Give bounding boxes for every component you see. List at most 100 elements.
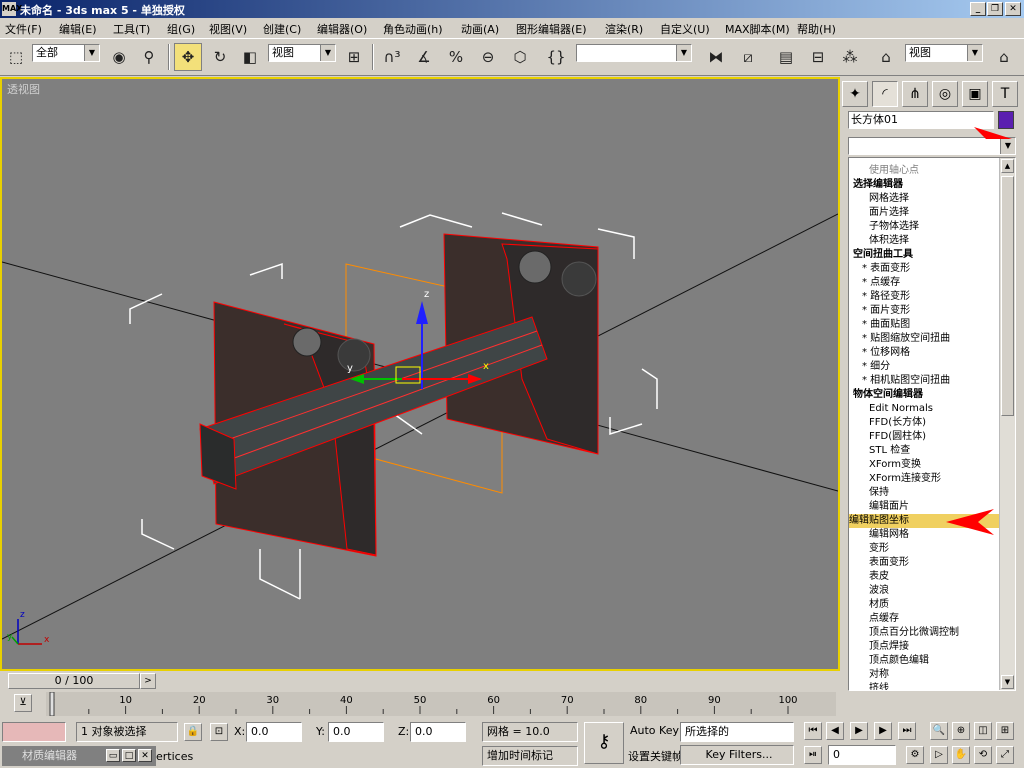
zoom-all-icon[interactable]: ⊕ (952, 722, 970, 740)
menu-customize[interactable]: 自定义(U) (660, 21, 710, 37)
modifier-item[interactable]: 网格选择 (849, 192, 999, 206)
material-editor-icon[interactable]: ⁂ (836, 43, 864, 71)
modifier-item[interactable]: Edit Normals (849, 402, 999, 416)
prev-frame-icon[interactable]: ◀ (826, 722, 844, 740)
menu-file[interactable]: 文件(F) (5, 21, 42, 37)
maximize-viewport-icon[interactable]: ⤢ (996, 746, 1014, 764)
modifier-item[interactable]: STL 检查 (849, 444, 999, 458)
set-key-button[interactable]: 设置关键帧 (628, 748, 683, 764)
modifier-item[interactable]: * 表面变形 (849, 262, 999, 276)
modifier-item[interactable]: 挤线 (849, 682, 999, 690)
modifier-item[interactable]: 子物体选择 (849, 220, 999, 234)
x-coord-field[interactable]: 0.0 (246, 722, 302, 742)
zoom-extents-all-icon[interactable]: ⊞ (996, 722, 1014, 740)
selection-filter-dropdown[interactable]: 全部 ▼ (32, 44, 100, 62)
create-tab-icon[interactable]: ✦ (842, 81, 868, 107)
absolute-mode-icon[interactable]: ⊡ (210, 723, 228, 741)
utilities-tab-icon[interactable]: T (992, 81, 1018, 107)
ref-coord-dropdown[interactable]: 视图 ▼ (268, 44, 336, 62)
time-next-icon[interactable]: > (140, 673, 156, 689)
viewport-label[interactable]: 透视图 (7, 81, 40, 97)
arc-rotate-icon[interactable]: ⟲ (974, 746, 992, 764)
track-view-icon[interactable]: ▤ (772, 43, 800, 71)
menu-create[interactable]: 创建(C) (263, 21, 301, 37)
add-time-tag[interactable]: 增加时间标记 (482, 746, 578, 766)
modifier-item[interactable]: FFD(圆柱体) (849, 430, 999, 444)
modifier-item[interactable]: 面片选择 (849, 206, 999, 220)
modifier-scrollbar[interactable]: ▲ ▼ (999, 158, 1015, 690)
named-selection-icon[interactable]: ⬡ (506, 43, 534, 71)
modifier-item[interactable]: * 路径变形 (849, 290, 999, 304)
key-filters-button[interactable]: Key Filters... (680, 745, 794, 765)
motion-tab-icon[interactable]: ◎ (932, 81, 958, 107)
track-bar-icon[interactable]: ⊻ (14, 694, 32, 712)
menu-tools[interactable]: 工具(T) (113, 21, 150, 37)
modifier-item[interactable]: 材质 (849, 598, 999, 612)
modifier-item[interactable]: 体积选择 (849, 234, 999, 248)
zoom-icon[interactable]: 🔍 (930, 722, 948, 740)
select-move-icon[interactable]: ✥ (174, 43, 202, 71)
close-button[interactable]: ✕ (1005, 2, 1021, 16)
menu-views[interactable]: 视图(V) (209, 21, 247, 37)
pan-icon[interactable]: ✋ (952, 746, 970, 764)
align-icon[interactable]: ⧄ (734, 43, 762, 71)
select-rotate-icon[interactable]: ↻ (206, 43, 234, 71)
play-icon[interactable]: ▶ (850, 722, 868, 740)
menu-graph-editors[interactable]: 图形编辑器(E) (516, 21, 587, 37)
next-frame-icon[interactable]: ▶ (874, 722, 892, 740)
render-type-dropdown[interactable]: 视图 ▼ (905, 44, 983, 62)
scroll-thumb[interactable] (1001, 176, 1014, 416)
edit-named-sel-icon[interactable]: {} (542, 43, 570, 71)
modifier-item[interactable]: 表面变形 (849, 556, 999, 570)
modifier-item[interactable]: 顶点焊接 (849, 640, 999, 654)
mirror-icon[interactable]: ⧓ (702, 43, 730, 71)
select-region-icon[interactable]: ⬚ (2, 43, 30, 71)
modifier-item[interactable]: 点缓存 (849, 612, 999, 626)
pivot-center-icon[interactable]: ⊞ (340, 43, 368, 71)
menu-help[interactable]: 帮助(H) (797, 21, 836, 37)
modifier-item[interactable]: * 位移网格 (849, 346, 999, 360)
time-slider[interactable]: 0 / 100 (8, 673, 140, 689)
render-scene-icon[interactable]: ⌂ (872, 43, 900, 71)
modifier-item[interactable]: 变形 (849, 542, 999, 556)
modifier-item[interactable]: 顶点百分比微调控制 (849, 626, 999, 640)
modifier-item[interactable]: FFD(长方体) (849, 416, 999, 430)
angle-snap-icon[interactable]: ∡ (410, 43, 438, 71)
hierarchy-tab-icon[interactable]: ⋔ (902, 81, 928, 107)
modifier-item[interactable]: 表皮 (849, 570, 999, 584)
maximize-button[interactable]: ❐ (987, 2, 1003, 16)
z-coord-field[interactable]: 0.0 (410, 722, 466, 742)
material-editor-taskbar[interactable]: 材质编辑器 ▭ □ ✕ (2, 746, 156, 766)
schematic-view-icon[interactable]: ⊟ (804, 43, 832, 71)
modifier-item[interactable]: 波浪 (849, 584, 999, 598)
track-bar[interactable]: ⊻ 0102030405060708090100 (0, 690, 840, 718)
maximize-icon[interactable]: □ (122, 749, 136, 762)
modifier-item[interactable]: * 面片变形 (849, 304, 999, 318)
restore-icon[interactable]: ▭ (106, 749, 120, 762)
percent-snap-icon[interactable]: % (442, 43, 470, 71)
scroll-up-icon[interactable]: ▲ (1001, 159, 1014, 173)
menu-modifiers[interactable]: 编辑器(O) (317, 21, 367, 37)
quick-render-icon[interactable]: ⌂ (990, 43, 1018, 71)
menu-group[interactable]: 组(G) (167, 21, 195, 37)
lock-icon[interactable]: 🔒 (184, 723, 202, 741)
modifier-item[interactable]: * 点缓存 (849, 276, 999, 290)
track-area[interactable]: 0102030405060708090100 (46, 691, 836, 717)
auto-key-button[interactable]: Auto Key (630, 724, 679, 737)
select-scale-icon[interactable]: ◧ (236, 43, 264, 71)
menu-edit[interactable]: 编辑(E) (59, 21, 97, 37)
modifier-item[interactable]: 使用轴心点 (849, 164, 999, 178)
menu-character[interactable]: 角色动画(h) (383, 21, 443, 37)
perspective-viewport[interactable]: z x y x z y 透视图 (0, 77, 840, 671)
y-coord-field[interactable]: 0.0 (328, 722, 384, 742)
modifier-item[interactable]: 对称 (849, 668, 999, 682)
modifier-item[interactable]: XForm连接变形 (849, 472, 999, 486)
modifier-item[interactable]: * 贴图缩放空间扭曲 (849, 332, 999, 346)
menu-animation[interactable]: 动画(A) (461, 21, 499, 37)
select-object-icon[interactable]: ◉ (105, 43, 133, 71)
key-icon[interactable]: ⚷ (584, 722, 624, 764)
current-frame-marker[interactable] (49, 691, 55, 717)
modifier-list[interactable]: 使用轴心点 选择编辑器 网格选择 面片选择 子物体选择 体积选择 空间扭曲工具 * 表面变形 *… (848, 157, 1016, 691)
selected-set-dropdown[interactable]: 所选择的 (680, 722, 794, 742)
scroll-down-icon[interactable]: ▼ (1001, 675, 1014, 689)
